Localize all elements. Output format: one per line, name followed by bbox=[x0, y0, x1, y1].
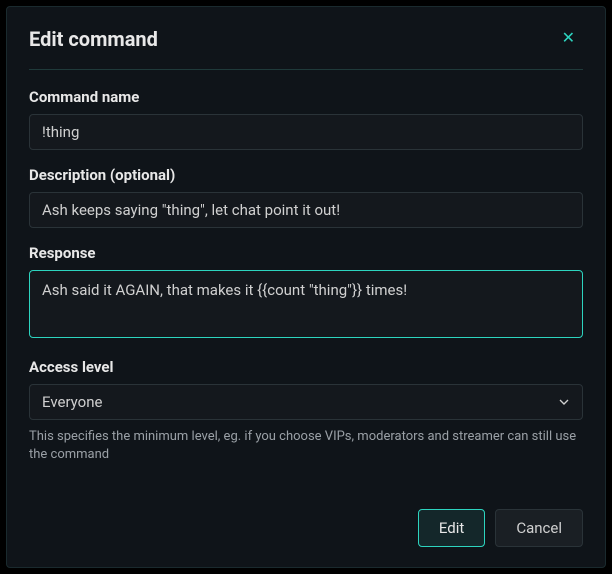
access-level-select[interactable]: Everyone bbox=[29, 384, 583, 420]
modal-footer: Edit Cancel bbox=[29, 489, 583, 547]
description-group: Description (optional) bbox=[29, 166, 583, 228]
response-textarea[interactable]: Ash said it AGAIN, that makes it {{count… bbox=[29, 270, 583, 338]
command-name-group: Command name bbox=[29, 88, 583, 150]
command-name-input[interactable] bbox=[29, 114, 583, 150]
access-level-help: This specifies the minimum level, eg. if… bbox=[29, 428, 583, 464]
edit-command-modal: Edit command ✕ Command name Description … bbox=[6, 6, 606, 568]
modal-title: Edit command bbox=[29, 27, 158, 51]
access-level-label: Access level bbox=[29, 358, 583, 376]
command-name-label: Command name bbox=[29, 88, 583, 106]
close-icon: ✕ bbox=[562, 30, 575, 47]
response-group: Response Ash said it AGAIN, that makes i… bbox=[29, 244, 583, 342]
description-input[interactable] bbox=[29, 192, 583, 228]
edit-button[interactable]: Edit bbox=[418, 509, 485, 547]
modal-header: Edit command ✕ bbox=[29, 27, 583, 70]
close-button[interactable]: ✕ bbox=[554, 27, 583, 51]
description-label: Description (optional) bbox=[29, 166, 583, 184]
access-level-group: Access level Everyone This specifies the… bbox=[29, 358, 583, 464]
response-label: Response bbox=[29, 244, 583, 262]
cancel-button[interactable]: Cancel bbox=[495, 509, 583, 547]
